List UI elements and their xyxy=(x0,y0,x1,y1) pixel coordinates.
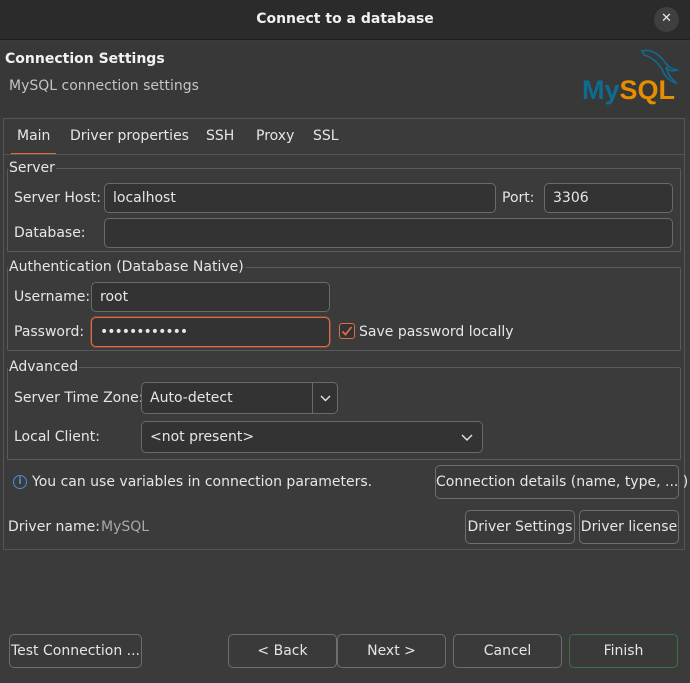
cancel-button[interactable]: Cancel xyxy=(453,634,562,668)
server-time-zone-value: Auto-detect xyxy=(150,390,233,406)
finish-button[interactable]: Finish xyxy=(569,634,678,668)
tab-ssh[interactable]: SSH xyxy=(206,128,234,144)
driver-name-label: Driver name: xyxy=(8,519,100,535)
authentication-legend: Authentication (Database Native) xyxy=(9,259,244,275)
chevron-down-icon xyxy=(320,395,331,402)
driver-name-value: MySQL xyxy=(101,519,150,535)
password-input[interactable]: •••••••••••• xyxy=(91,317,330,347)
mysql-logo-text: MySQL xyxy=(582,75,675,105)
page-subtitle: MySQL connection settings xyxy=(9,78,199,94)
port-input[interactable]: 3306 xyxy=(544,183,673,213)
advanced-legend: Advanced xyxy=(9,359,79,375)
page-title: Connection Settings xyxy=(5,51,165,67)
main-panel: Server Server Host: localhost Port: 3306… xyxy=(3,154,688,550)
username-label: Username: xyxy=(14,289,91,305)
next-button[interactable]: Next > xyxy=(337,634,446,668)
server-time-zone-label: Server Time Zone: xyxy=(14,390,144,406)
back-button[interactable]: < Back xyxy=(228,634,337,668)
local-client-select[interactable]: <not present> xyxy=(141,421,483,453)
window-title: Connect to a database xyxy=(256,11,434,27)
connection-details-button[interactable]: Connection details (name, type, ... ) xyxy=(435,465,688,499)
test-connection-button[interactable]: Test Connection ... xyxy=(9,634,142,668)
password-label: Password: xyxy=(14,324,85,340)
checkmark-icon xyxy=(341,326,353,336)
server-time-zone-select[interactable]: Auto-detect xyxy=(141,382,338,414)
chevron-down-icon xyxy=(461,434,473,441)
server-host-input[interactable]: localhost xyxy=(104,183,496,213)
local-client-label: Local Client: xyxy=(14,429,100,445)
tab-proxy[interactable]: Proxy xyxy=(256,128,294,144)
save-password-label[interactable]: Save password locally xyxy=(359,324,514,340)
database-input[interactable] xyxy=(104,218,673,248)
close-button[interactable]: ✕ xyxy=(654,7,679,32)
info-icon: i xyxy=(13,475,27,489)
database-label: Database: xyxy=(14,225,86,241)
tab-main[interactable]: Main xyxy=(17,128,50,144)
tab-driver-properties[interactable]: Driver properties xyxy=(70,128,189,144)
dropdown-button[interactable] xyxy=(312,383,337,413)
driver-license-button[interactable]: Driver license xyxy=(579,510,679,544)
server-host-label: Server Host: xyxy=(14,190,101,206)
close-icon: ✕ xyxy=(661,11,672,26)
server-legend: Server xyxy=(9,160,55,176)
local-client-value: <not present> xyxy=(150,429,255,445)
tab-bar: Main Driver properties SSH Proxy SSL xyxy=(3,118,685,156)
dialog-header: Connection Settings MySQL connection set… xyxy=(0,41,690,117)
variables-info-text: You can use variables in connection para… xyxy=(32,474,373,490)
title-bar: Connect to a database ✕ xyxy=(0,0,690,40)
driver-settings-button[interactable]: Driver Settings xyxy=(465,510,575,544)
username-input[interactable]: root xyxy=(91,282,330,312)
port-label: Port: xyxy=(502,190,535,206)
tab-ssl[interactable]: SSL xyxy=(313,128,339,144)
dialog-footer: Test Connection ... < Back Next > Cancel… xyxy=(0,551,690,683)
mysql-logo: MySQL xyxy=(582,49,680,105)
save-password-checkbox[interactable] xyxy=(339,323,355,339)
